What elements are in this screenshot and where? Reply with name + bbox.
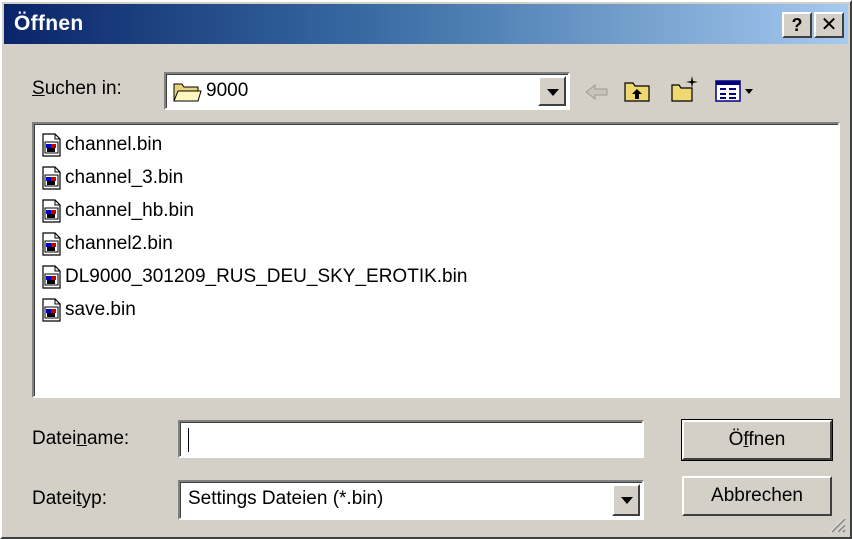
file-list[interactable]: channel.bin channel_3.bin channel_hb.binch… xyxy=(32,122,840,398)
dialog-title: Öffnen xyxy=(14,12,84,35)
close-button[interactable]: ✕ xyxy=(814,12,844,38)
bin-file-icon xyxy=(42,199,61,223)
file-item[interactable]: save.bin xyxy=(40,295,136,325)
open-dialog: Öffnen ? ✕ Suchen in: 9000 channel.bin c… xyxy=(0,0,852,539)
back-arrow-icon[interactable] xyxy=(582,77,612,107)
resize-grip-icon[interactable] xyxy=(828,515,846,533)
cancel-button[interactable]: Abbrechen xyxy=(682,476,832,516)
open-button[interactable]: Öffnen xyxy=(681,419,833,461)
help-icon: ? xyxy=(791,15,803,35)
lookin-value: 9000 xyxy=(206,80,249,101)
file-name: save.bin xyxy=(65,299,136,320)
filetype-combobox[interactable]: Settings Dateien (*.bin) xyxy=(178,480,644,520)
file-name: DL9000_301209_RUS_DEU_SKY_EROTIK.bin xyxy=(65,266,468,287)
text-cursor xyxy=(188,428,189,452)
help-button[interactable]: ? xyxy=(782,12,812,38)
file-name: channel.bin xyxy=(65,134,163,155)
file-name: channel_hb.bin xyxy=(65,200,194,221)
filetype-dropdown-button[interactable] xyxy=(612,484,640,516)
bin-file-icon xyxy=(42,298,61,322)
open-folder-icon xyxy=(173,83,202,102)
filename-input[interactable] xyxy=(178,420,644,458)
filetype-value: Settings Dateien (*.bin) xyxy=(188,488,384,509)
title-bar[interactable]: Öffnen ? ✕ xyxy=(4,4,848,44)
bin-file-icon xyxy=(42,166,61,190)
cancel-button-label: Abbrechen xyxy=(711,485,803,506)
file-item[interactable]: channel_3.bin xyxy=(40,163,183,193)
bin-file-icon xyxy=(42,265,61,289)
filename-label: Dateiname: xyxy=(32,428,130,449)
bin-file-icon xyxy=(42,133,61,157)
file-item[interactable]: channel.bin xyxy=(40,130,162,160)
open-button-label: Öffnen xyxy=(728,429,786,450)
view-menu-icon[interactable] xyxy=(714,76,766,106)
up-folder-icon[interactable] xyxy=(622,76,652,106)
lookin-combobox[interactable]: 9000 xyxy=(164,72,570,110)
new-folder-icon[interactable] xyxy=(670,74,700,104)
file-item[interactable]: channel2.bin xyxy=(40,229,173,259)
file-item[interactable]: channel_hb.bin xyxy=(40,196,194,226)
file-item[interactable]: DL9000_301209_RUS_DEU_SKY_EROTIK.bin xyxy=(40,262,467,292)
close-icon: ✕ xyxy=(820,14,838,36)
file-name: channel2.bin xyxy=(65,233,173,254)
filetype-label: Dateityp: xyxy=(32,488,107,509)
lookin-dropdown-button[interactable] xyxy=(538,76,566,106)
lookin-label: Suchen in: xyxy=(32,78,122,99)
file-name: channel_3.bin xyxy=(65,167,184,188)
bin-file-icon xyxy=(42,232,61,256)
